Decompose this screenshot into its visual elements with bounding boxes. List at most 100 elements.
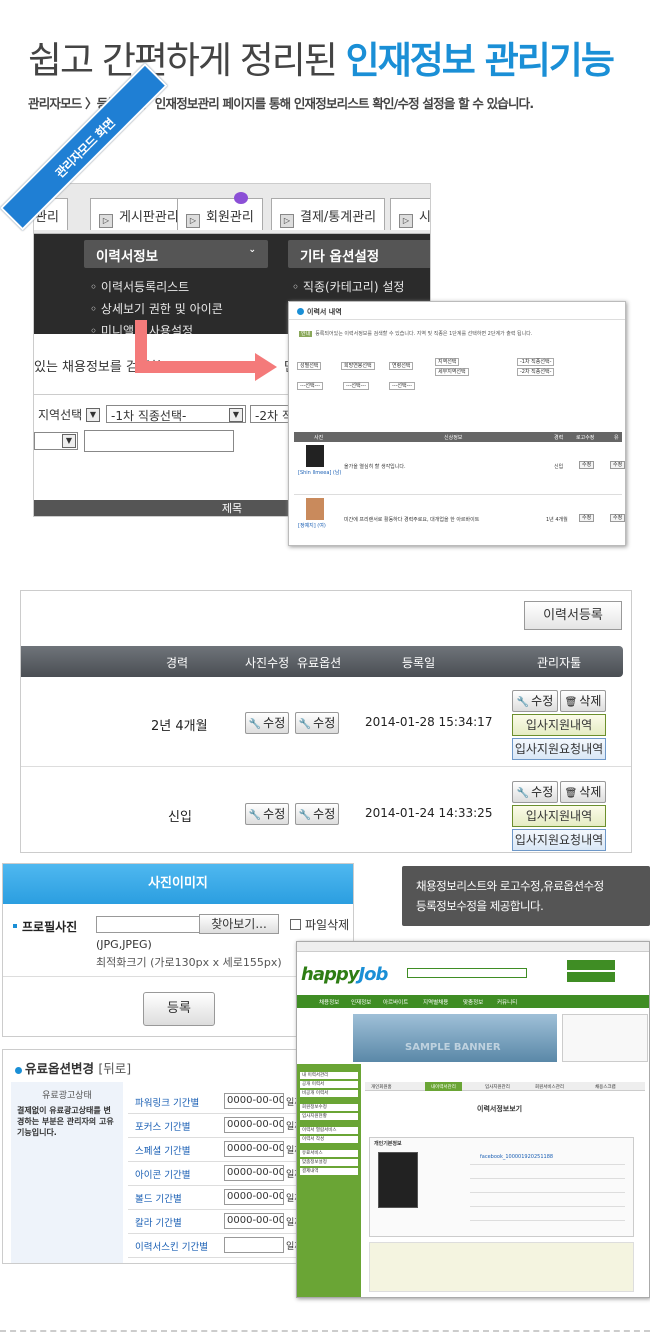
gender-select[interactable]: 성별선택	[297, 362, 322, 370]
application-history-button[interactable]: 입사지원내역	[512, 714, 606, 736]
banner-watermark: SAMPLE BANNER	[405, 1042, 501, 1053]
list-table-header: 경력 사진수정 유료옵션 등록일 관리자툴	[21, 646, 623, 677]
profile-photo-label: 프로필사진	[13, 918, 77, 935]
site-side-item[interactable]: 맞춤정보설정	[300, 1159, 358, 1166]
site-nav-item[interactable]: 지역별채용	[423, 998, 448, 1006]
chevron-down-icon[interactable]: ▼	[62, 434, 76, 448]
menu-item-category[interactable]: ◦ 직종(카테고리) 설정	[292, 278, 404, 295]
site-nav-item[interactable]: 아르바이트	[383, 998, 408, 1006]
edit-button[interactable]: 🔧 수정	[512, 781, 558, 803]
site-button[interactable]	[567, 972, 615, 982]
wrench-icon: 🔧	[248, 810, 262, 821]
tab-icon: ▷	[186, 214, 200, 228]
site-nav-item[interactable]: 커뮤니티	[497, 998, 517, 1006]
menu-other-options[interactable]: 기타 옵션설정	[288, 240, 430, 268]
tab-icon: ▷	[399, 214, 413, 228]
site-side-item[interactable]: 내 이력서관리	[300, 1072, 358, 1079]
resume-edit-button[interactable]: 수정	[579, 461, 595, 469]
tab-icon: ▷	[99, 214, 113, 228]
photo-edit-button[interactable]: 🔧 수정	[245, 803, 289, 825]
site-tab-active[interactable]: 내이력서관리	[425, 1082, 462, 1091]
site-side-item[interactable]: 유료서비스	[300, 1150, 358, 1157]
file-path-input[interactable]	[96, 916, 200, 933]
site-side-item[interactable]: 이력서 작성	[300, 1136, 358, 1143]
browse-button[interactable]: 찾아보기...	[199, 914, 279, 934]
site-nav-item[interactable]: 맞춤정보	[463, 998, 483, 1006]
option-select[interactable]: ---선택---	[389, 382, 416, 390]
delete-file-checkbox[interactable]: 파일삭제	[290, 916, 349, 933]
option-edit-button[interactable]: 🔧 수정	[295, 712, 339, 734]
site-side-item[interactable]: 공개 이력서	[300, 1081, 358, 1088]
keyword-input[interactable]	[84, 430, 234, 452]
date-input[interactable]: 0000-00-00	[224, 1117, 284, 1133]
application-request-button[interactable]: 입사지원요청내역	[512, 738, 606, 760]
feature-note: 채용정보리스트와 로고수정,유료옵션수정 등록정보수정을 제공합니다.	[402, 866, 650, 926]
site-page-title: 이력서정보보기	[477, 1105, 523, 1113]
option-edit-button[interactable]: 🔧 수정	[295, 803, 339, 825]
checkbox-icon[interactable]	[290, 919, 301, 930]
photo-edit-button[interactable]: 🔧 수정	[245, 712, 289, 734]
site-tab[interactable]: 채용스크랩	[595, 1084, 616, 1090]
site-button[interactable]	[567, 960, 615, 970]
paid-status-box: 유료광고상태 결제없이 유료광고상태를 변경하는 부분은 관리자의 고유기능입니…	[11, 1082, 123, 1263]
tab-payment[interactable]: ▷ 결제/통계관리	[271, 198, 386, 230]
register-resume-button[interactable]: 이력서등록	[524, 601, 622, 630]
job2-select[interactable]: -2차 직종선택-	[517, 368, 555, 376]
resume-photo	[306, 445, 324, 467]
date-input[interactable]: 0000-00-00	[224, 1093, 284, 1109]
job1-select[interactable]: -1차 직종선택-	[517, 358, 555, 366]
site-search-input[interactable]	[407, 968, 527, 978]
date-input[interactable]: 0000-00-00	[224, 1141, 284, 1157]
date-input[interactable]: 0000-00-00	[224, 1213, 284, 1229]
site-tab[interactable]: 회원서비스관리	[535, 1084, 564, 1090]
divider	[470, 1164, 625, 1165]
page-title: 쉽고 간편하게 정리된 인재정보 관리기능	[28, 39, 615, 82]
site-side-item[interactable]: 회원정보수정	[300, 1104, 358, 1111]
age-select[interactable]: 연령선택	[389, 362, 414, 370]
option-select[interactable]: ---선택---	[297, 382, 324, 390]
back-link[interactable]: [뒤로]	[98, 1061, 131, 1076]
date-input[interactable]	[224, 1237, 284, 1253]
application-request-button[interactable]: 입사지원요청내역	[512, 829, 606, 851]
site-tab[interactable]: 입사지원관리	[485, 1084, 510, 1090]
delete-button[interactable]: 🗑 삭제	[560, 781, 606, 803]
wrench-icon: 🔧	[248, 719, 262, 730]
job-category-1-select[interactable]: -1차 직종선택-	[106, 405, 246, 423]
region-select[interactable]: 지역선택	[435, 358, 460, 366]
delete-button[interactable]: 🗑 삭제	[560, 690, 606, 712]
site-side-item[interactable]: 결제내역	[300, 1168, 358, 1175]
site-logo[interactable]: happyJob	[301, 964, 388, 985]
chevron-down-icon[interactable]: ▼	[86, 408, 100, 422]
site-tab-bar: 개인회원홈 내이력서관리 입사지원관리 회원서비스관리 채용스크랩	[365, 1082, 645, 1091]
menu-item-resume-list[interactable]: ◦ 이력서등록리스트	[90, 278, 189, 295]
divider	[470, 1192, 625, 1193]
resume-edit-button[interactable]: 수정	[610, 461, 625, 469]
salary-select[interactable]: 희망연봉선택	[341, 362, 375, 370]
option-row: 이력서스킨 기간별 일까	[128, 1234, 301, 1258]
tab-board[interactable]: ▷ 게시판관리	[90, 198, 188, 230]
option-row: 아이콘 기간별 0000-00-00 일까	[128, 1162, 301, 1186]
site-side-item[interactable]: 이력서 열람서비스	[300, 1127, 358, 1134]
edit-button[interactable]: 🔧 수정	[512, 690, 558, 712]
site-tab[interactable]: 개인회원홈	[371, 1084, 392, 1090]
tab-more[interactable]: ▷ 시	[390, 198, 430, 230]
option-row: 스페셜 기간별 0000-00-00 일까	[128, 1138, 301, 1162]
option-select[interactable]: ---선택---	[343, 382, 370, 390]
application-history-button[interactable]: 입사지원내역	[512, 805, 606, 827]
tab-member[interactable]: ▷ 회원관리	[177, 198, 263, 230]
resume-list-panel: 이력서등록 경력 사진수정 유료옵션 등록일 관리자툴 2년 4개월 🔧 수정 🔧…	[20, 590, 632, 853]
site-side-item[interactable]: 비공개 이력서	[300, 1090, 358, 1097]
date-input[interactable]: 0000-00-00	[224, 1165, 284, 1181]
site-side-item[interactable]: 입사지원현황	[300, 1113, 358, 1120]
photo-panel-header: 사진이미지	[3, 864, 353, 904]
menu-item-detail-permission[interactable]: ◦ 상세보기 권한 및 아이콘	[90, 300, 223, 317]
site-nav-item[interactable]: 채용정보	[319, 998, 339, 1006]
subregion-select[interactable]: 세부지역선택	[435, 368, 469, 376]
chevron-down-icon[interactable]: ▼	[229, 408, 243, 422]
menu-resume-info[interactable]: 이력서정보 ⌄	[84, 240, 268, 268]
resume-edit-button[interactable]: 수정	[610, 514, 625, 522]
site-nav-item[interactable]: 인재정보	[351, 998, 371, 1006]
date-input[interactable]: 0000-00-00	[224, 1189, 284, 1205]
photo-register-button[interactable]: 등록	[143, 992, 215, 1026]
resume-edit-button[interactable]: 수정	[579, 514, 595, 522]
